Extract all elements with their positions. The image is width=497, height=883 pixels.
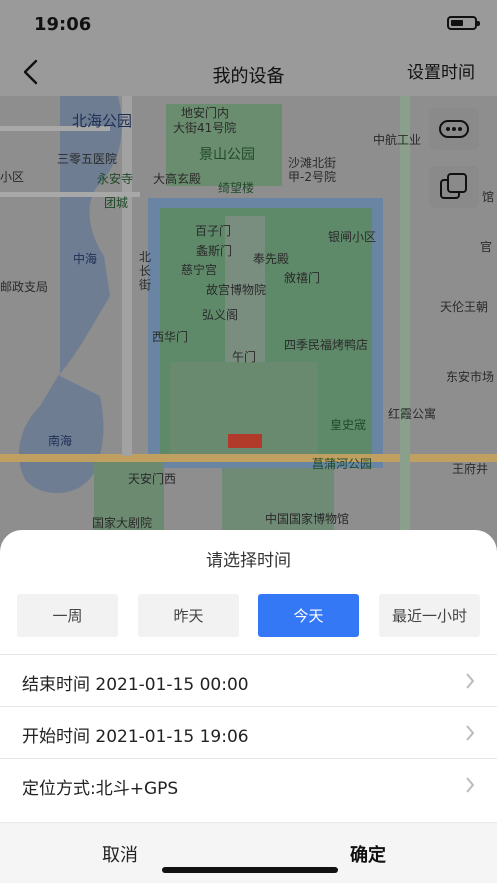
map-view[interactable]: 北海公园 地安门内 大街41号院 景山公园 三零五医院 永安寺 大高玄殿 绮望楼… [0,96,497,556]
status-time: 19:06 [34,14,92,35]
road-shape-3 [400,96,410,556]
map-label: 国家大剧院 [92,516,153,530]
map-label: 景山公园 [199,147,255,163]
option-last-hour[interactable]: 最近一小时 [379,594,480,637]
map-label: 螽斯门 [196,244,233,258]
battery-icon [447,16,480,30]
map-label: 午门 [232,350,257,364]
map-label: 天伦王朝 [440,300,489,314]
map-label: 南海 [48,434,73,448]
layers-button[interactable] [429,166,479,208]
map-label: 大高玄殿 [153,172,202,186]
map-label: 官 [480,240,493,254]
chevron-right-icon [466,777,475,793]
map-label: 邮政支局 [0,280,49,294]
map-label: 天安门西 [128,472,177,486]
location-mode-row[interactable]: 定位方式:北斗+GPS [0,758,497,810]
option-today[interactable]: 今天 [258,594,359,637]
map-label: 大街41号院 [173,121,237,135]
tiananmen-shape [228,434,262,448]
chevron-right-icon [466,673,475,689]
set-time-button[interactable]: 设置时间 [407,58,475,83]
home-indicator[interactable] [162,867,338,873]
map-label: 慈宁宫 [181,263,218,277]
layers-icon [440,173,467,199]
sheet-title: 请选择时间 [206,551,291,571]
option-yesterday[interactable]: 昨天 [138,594,239,637]
road-shape [0,454,497,462]
chevron-right-icon [466,725,475,741]
map-label: 三零五医院 [57,152,118,166]
map-label: 中航工业 [373,133,422,147]
end-time-text: 结束时间 2021-01-15 00:00 [22,675,249,695]
time-picker-sheet: 请选择时间 一周 昨天 今天 最近一小时 结束时间 2021-01-15 00:… [0,530,497,883]
navigation-bar: 我的设备 设置时间 [0,48,497,96]
confirm-button[interactable]: 确定 [350,841,386,867]
map-label: 银闸小区 [328,230,377,244]
map-label: 王府井 [452,462,489,476]
map-label: 中海 [73,252,98,266]
start-time-row[interactable]: 开始时间 2021-01-15 19:06 [0,706,497,758]
more-icon [439,120,469,138]
cancel-button[interactable]: 取消 [102,841,138,867]
road-shape-2 [122,96,132,456]
map-label: 西华门 [152,330,189,344]
map-label: 中国国家博物馆 [265,512,350,526]
map-label: 奉先殿 [253,252,290,266]
map-label: 皇史宬 [330,418,367,432]
map-label: 北长街 [139,250,152,292]
map-label: 百子门 [195,224,232,238]
map-label: 馆 [482,190,495,204]
map-label: 团城 [104,196,129,210]
map-label: 弘义阁 [202,308,239,322]
status-bar: 19:06 [0,0,497,48]
map-label: 永安寺 [97,172,134,186]
location-mode-text: 定位方式:北斗+GPS [22,779,179,799]
map-label: 绮望楼 [218,181,255,195]
end-time-row[interactable]: 结束时间 2021-01-15 00:00 [0,654,497,706]
more-button[interactable] [429,108,479,150]
map-label: 敘禧门 [284,271,321,285]
start-time-text: 开始时间 2021-01-15 19:06 [22,727,249,747]
map-label: 北海公园 [72,112,133,130]
option-week[interactable]: 一周 [17,594,118,637]
map-label: 菖蒲河公园 [312,457,373,471]
action-footer: 取消 确定 [0,822,497,883]
map-label: 四季民福烤鸭店 [284,338,369,352]
map-label: 故宫博物院 [206,283,267,297]
map-label: 东安市场 [446,370,495,384]
map-label: 甲-2号院 [288,170,336,184]
map-label: 红霞公寓 [388,407,437,421]
map-label: 小区 [0,170,25,184]
